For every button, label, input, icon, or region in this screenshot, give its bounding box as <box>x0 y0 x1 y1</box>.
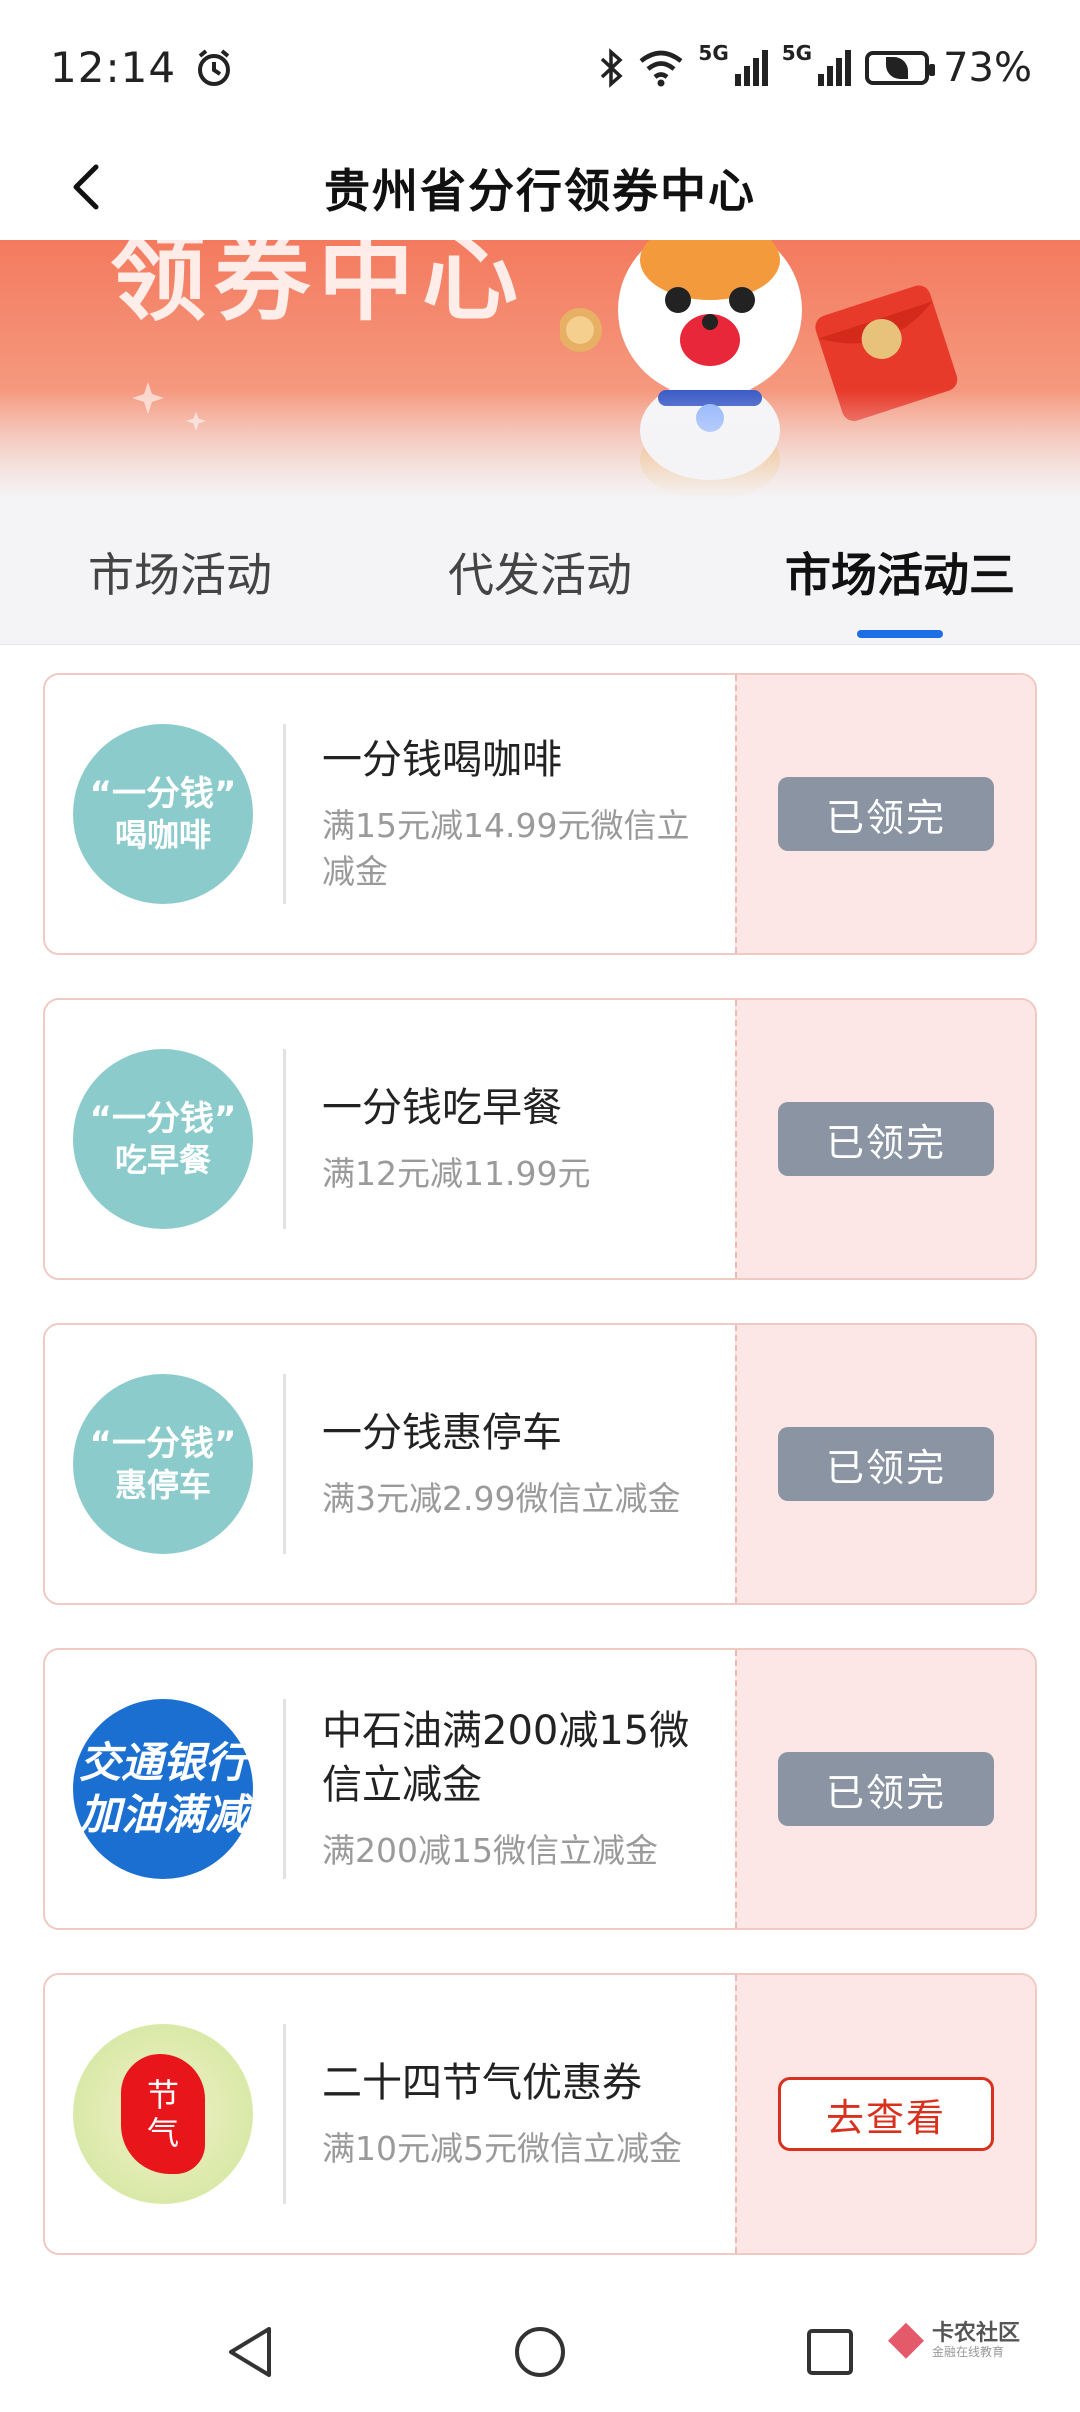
watermark-sub: 金融在线教育 <box>931 2345 1004 2360</box>
tab-market-activity[interactable]: 市场活动 <box>0 500 360 644</box>
coupon-card-body: “一分钱” 吃早餐 一分钱吃早餐 满12元减11.99元 <box>45 1000 735 1278</box>
tab-payroll-activity[interactable]: 代发活动 <box>360 500 720 644</box>
coupon-action-area: 已领完 <box>735 1325 1035 1603</box>
coupon-logo-line1: 节 <box>146 2075 179 2114</box>
coupon-logo: “一分钱” 喝咖啡 <box>73 724 253 904</box>
watermark-logo-icon <box>887 2322 924 2359</box>
coupon-info: 一分钱惠停车 满3元减2.99微信立减金 <box>322 1406 735 1522</box>
coupon-action-area: 已领完 <box>735 1000 1035 1278</box>
signal-icon-2 <box>818 49 852 86</box>
coupon-info: 中石油满200减15微信立减金 满200减15微信立减金 <box>322 1704 735 1874</box>
tab-bar: 市场活动 代发活动 市场活动三 <box>0 500 1080 645</box>
banner-fade <box>0 390 1080 500</box>
claimed-button[interactable]: 已领完 <box>778 1102 994 1176</box>
coupon-title: 中石油满200减15微信立减金 <box>322 1707 690 1808</box>
banner: 领券中心 <box>0 240 1080 500</box>
coupon-logo: “一分钱” 吃早餐 <box>73 1049 253 1229</box>
nav-recents-button[interactable] <box>800 2322 860 2382</box>
divider <box>283 2024 286 2204</box>
coupon-card-body: “一分钱” 喝咖啡 一分钱喝咖啡 满15元减14.99元微信立减金 <box>45 675 735 953</box>
nav-back-button[interactable] <box>220 2322 280 2382</box>
coupon-list: “一分钱” 喝咖啡 一分钱喝咖啡 满15元减14.99元微信立减金 已领完 “一… <box>43 673 1037 2298</box>
coupon-logo-line1: “一分钱” <box>89 1098 237 1139</box>
circle-home-icon <box>515 2327 565 2377</box>
network-label-1: 5G <box>698 40 729 65</box>
coupon-card: “一分钱” 喝咖啡 一分钱喝咖啡 满15元减14.99元微信立减金 已领完 <box>43 673 1037 955</box>
network-label-2: 5G <box>781 40 813 65</box>
watermark-main: 卡农社区 <box>931 2321 1020 2346</box>
coupon-info: 一分钱吃早餐 满12元减11.99元 <box>322 1081 735 1197</box>
divider <box>283 1374 286 1554</box>
status-bar: 12:14 5G 5G 73% <box>0 0 1080 135</box>
banner-text: 领券中心 <box>110 240 526 334</box>
divider <box>283 1699 286 1879</box>
coupon-action-area: 已领完 <box>735 675 1035 953</box>
coupon-desc: 满10元减5元微信立减金 <box>322 2128 682 2168</box>
bluetooth-icon <box>601 47 623 88</box>
divider <box>283 724 286 904</box>
nav-home-button[interactable] <box>510 2322 570 2382</box>
coupon-logo-line1: 交通银行 <box>78 1737 247 1787</box>
coupon-desc: 满3元减2.99微信立减金 <box>322 1478 681 1518</box>
battery-percent: 73% <box>943 44 1032 91</box>
watermark: 卡农社区 金融在线教育 <box>887 2321 1020 2360</box>
page-title: 贵州省分行领券中心 <box>324 163 756 218</box>
solar-term-stamp: 节 气 <box>121 2054 205 2174</box>
status-time: 12:14 <box>50 43 177 92</box>
claimed-button[interactable]: 已领完 <box>778 1427 994 1501</box>
coupon-title: 二十四节气优惠券 <box>322 2059 642 2106</box>
coupon-info: 一分钱喝咖啡 满15元减14.99元微信立减金 <box>322 733 735 895</box>
coupon-card: “一分钱” 吃早餐 一分钱吃早餐 满12元减11.99元 已领完 <box>43 998 1037 1280</box>
coupon-card-body: “一分钱” 惠停车 一分钱惠停车 满3元减2.99微信立减金 <box>45 1325 735 1603</box>
claimed-button[interactable]: 已领完 <box>778 777 994 851</box>
wifi-icon <box>640 50 683 86</box>
title-bar: 贵州省分行领券中心 <box>0 135 1080 240</box>
coupon-title: 一分钱喝咖啡 <box>322 736 562 783</box>
coupon-card-body: 交通银行 加油满减 中石油满200减15微信立减金 满200减15微信立减金 <box>45 1650 735 1928</box>
claimed-button[interactable]: 已领完 <box>778 1752 994 1826</box>
coupon-info: 二十四节气优惠券 满10元减5元微信立减金 <box>322 2056 735 2172</box>
coupon-logo: 交通银行 加油满减 <box>73 1699 253 1879</box>
coupon-card: “一分钱” 惠停车 一分钱惠停车 满3元减2.99微信立减金 已领完 <box>43 1323 1037 1605</box>
square-recents-icon <box>807 2329 853 2375</box>
tab-market-activity-three[interactable]: 市场活动三 <box>720 500 1080 644</box>
divider <box>283 1049 286 1229</box>
coupon-card-body: 节 气 二十四节气优惠券 满10元减5元微信立减金 <box>45 1975 735 2253</box>
battery-icon <box>865 50 936 85</box>
coupon-logo-line1: “一分钱” <box>89 773 237 814</box>
coupon-desc: 满12元减11.99元 <box>322 1153 591 1193</box>
status-left: 12:14 <box>50 43 234 92</box>
coupon-desc: 满200减15微信立减金 <box>322 1830 658 1870</box>
coupon-desc: 满15元减14.99元微信立减金 <box>322 805 690 891</box>
coupon-logo: “一分钱” 惠停车 <box>73 1374 253 1554</box>
coupon-card: 节 气 二十四节气优惠券 满10元减5元微信立减金 去查看 <box>43 1973 1037 2255</box>
coupon-title: 一分钱吃早餐 <box>322 1084 562 1131</box>
back-button[interactable] <box>56 157 116 217</box>
coupon-action-area: 已领完 <box>735 1650 1035 1928</box>
coupon-logo-line2: 惠停车 <box>114 1466 211 1505</box>
coupon-card: 交通银行 加油满减 中石油满200减15微信立减金 满200减15微信立减金 已… <box>43 1648 1037 1930</box>
coupon-title: 一分钱惠停车 <box>322 1409 562 1456</box>
coupon-logo-line2: 加油满减 <box>78 1790 247 1839</box>
coupon-logo-line2: 吃早餐 <box>114 1141 211 1180</box>
coupon-action-area: 去查看 <box>735 1975 1035 2253</box>
status-right: 5G 5G 73% <box>598 41 1032 91</box>
watermark-text: 卡农社区 金融在线教育 <box>931 2321 1020 2360</box>
signal-icon-1 <box>734 49 768 86</box>
coupon-logo-line2: 气 <box>146 2114 179 2152</box>
coupon-logo-line1: “一分钱” <box>89 1423 237 1464</box>
alarm-icon <box>198 48 231 86</box>
coupon-logo-line2: 喝咖啡 <box>114 816 211 855</box>
coupon-logo: 节 气 <box>73 2024 253 2204</box>
triangle-back-icon <box>229 2327 271 2377</box>
view-button[interactable]: 去查看 <box>778 2077 994 2151</box>
chevron-left-icon <box>73 164 99 210</box>
